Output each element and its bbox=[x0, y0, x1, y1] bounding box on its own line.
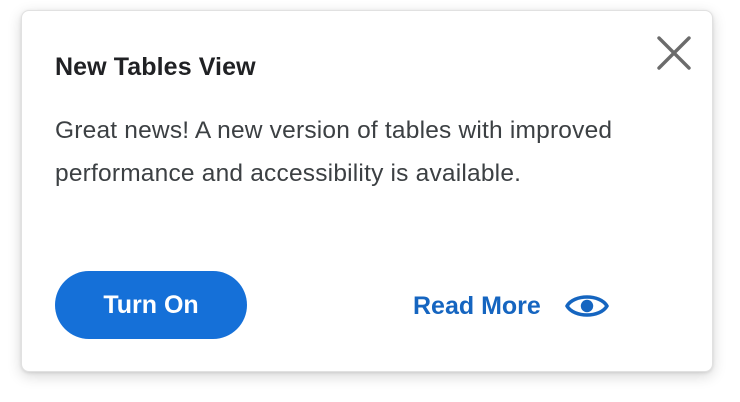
announcement-dialog: New Tables View Great news! A new versio… bbox=[21, 10, 713, 372]
dialog-title: New Tables View bbox=[55, 53, 256, 81]
read-more-label: Read More bbox=[413, 291, 541, 320]
eye-icon bbox=[565, 291, 609, 321]
read-more-link[interactable]: Read More bbox=[413, 286, 609, 326]
close-button[interactable] bbox=[654, 33, 694, 73]
close-icon bbox=[657, 36, 691, 70]
turn-on-button[interactable]: Turn On bbox=[55, 271, 247, 339]
dialog-message: Great news! A new version of tables with… bbox=[55, 117, 613, 187]
